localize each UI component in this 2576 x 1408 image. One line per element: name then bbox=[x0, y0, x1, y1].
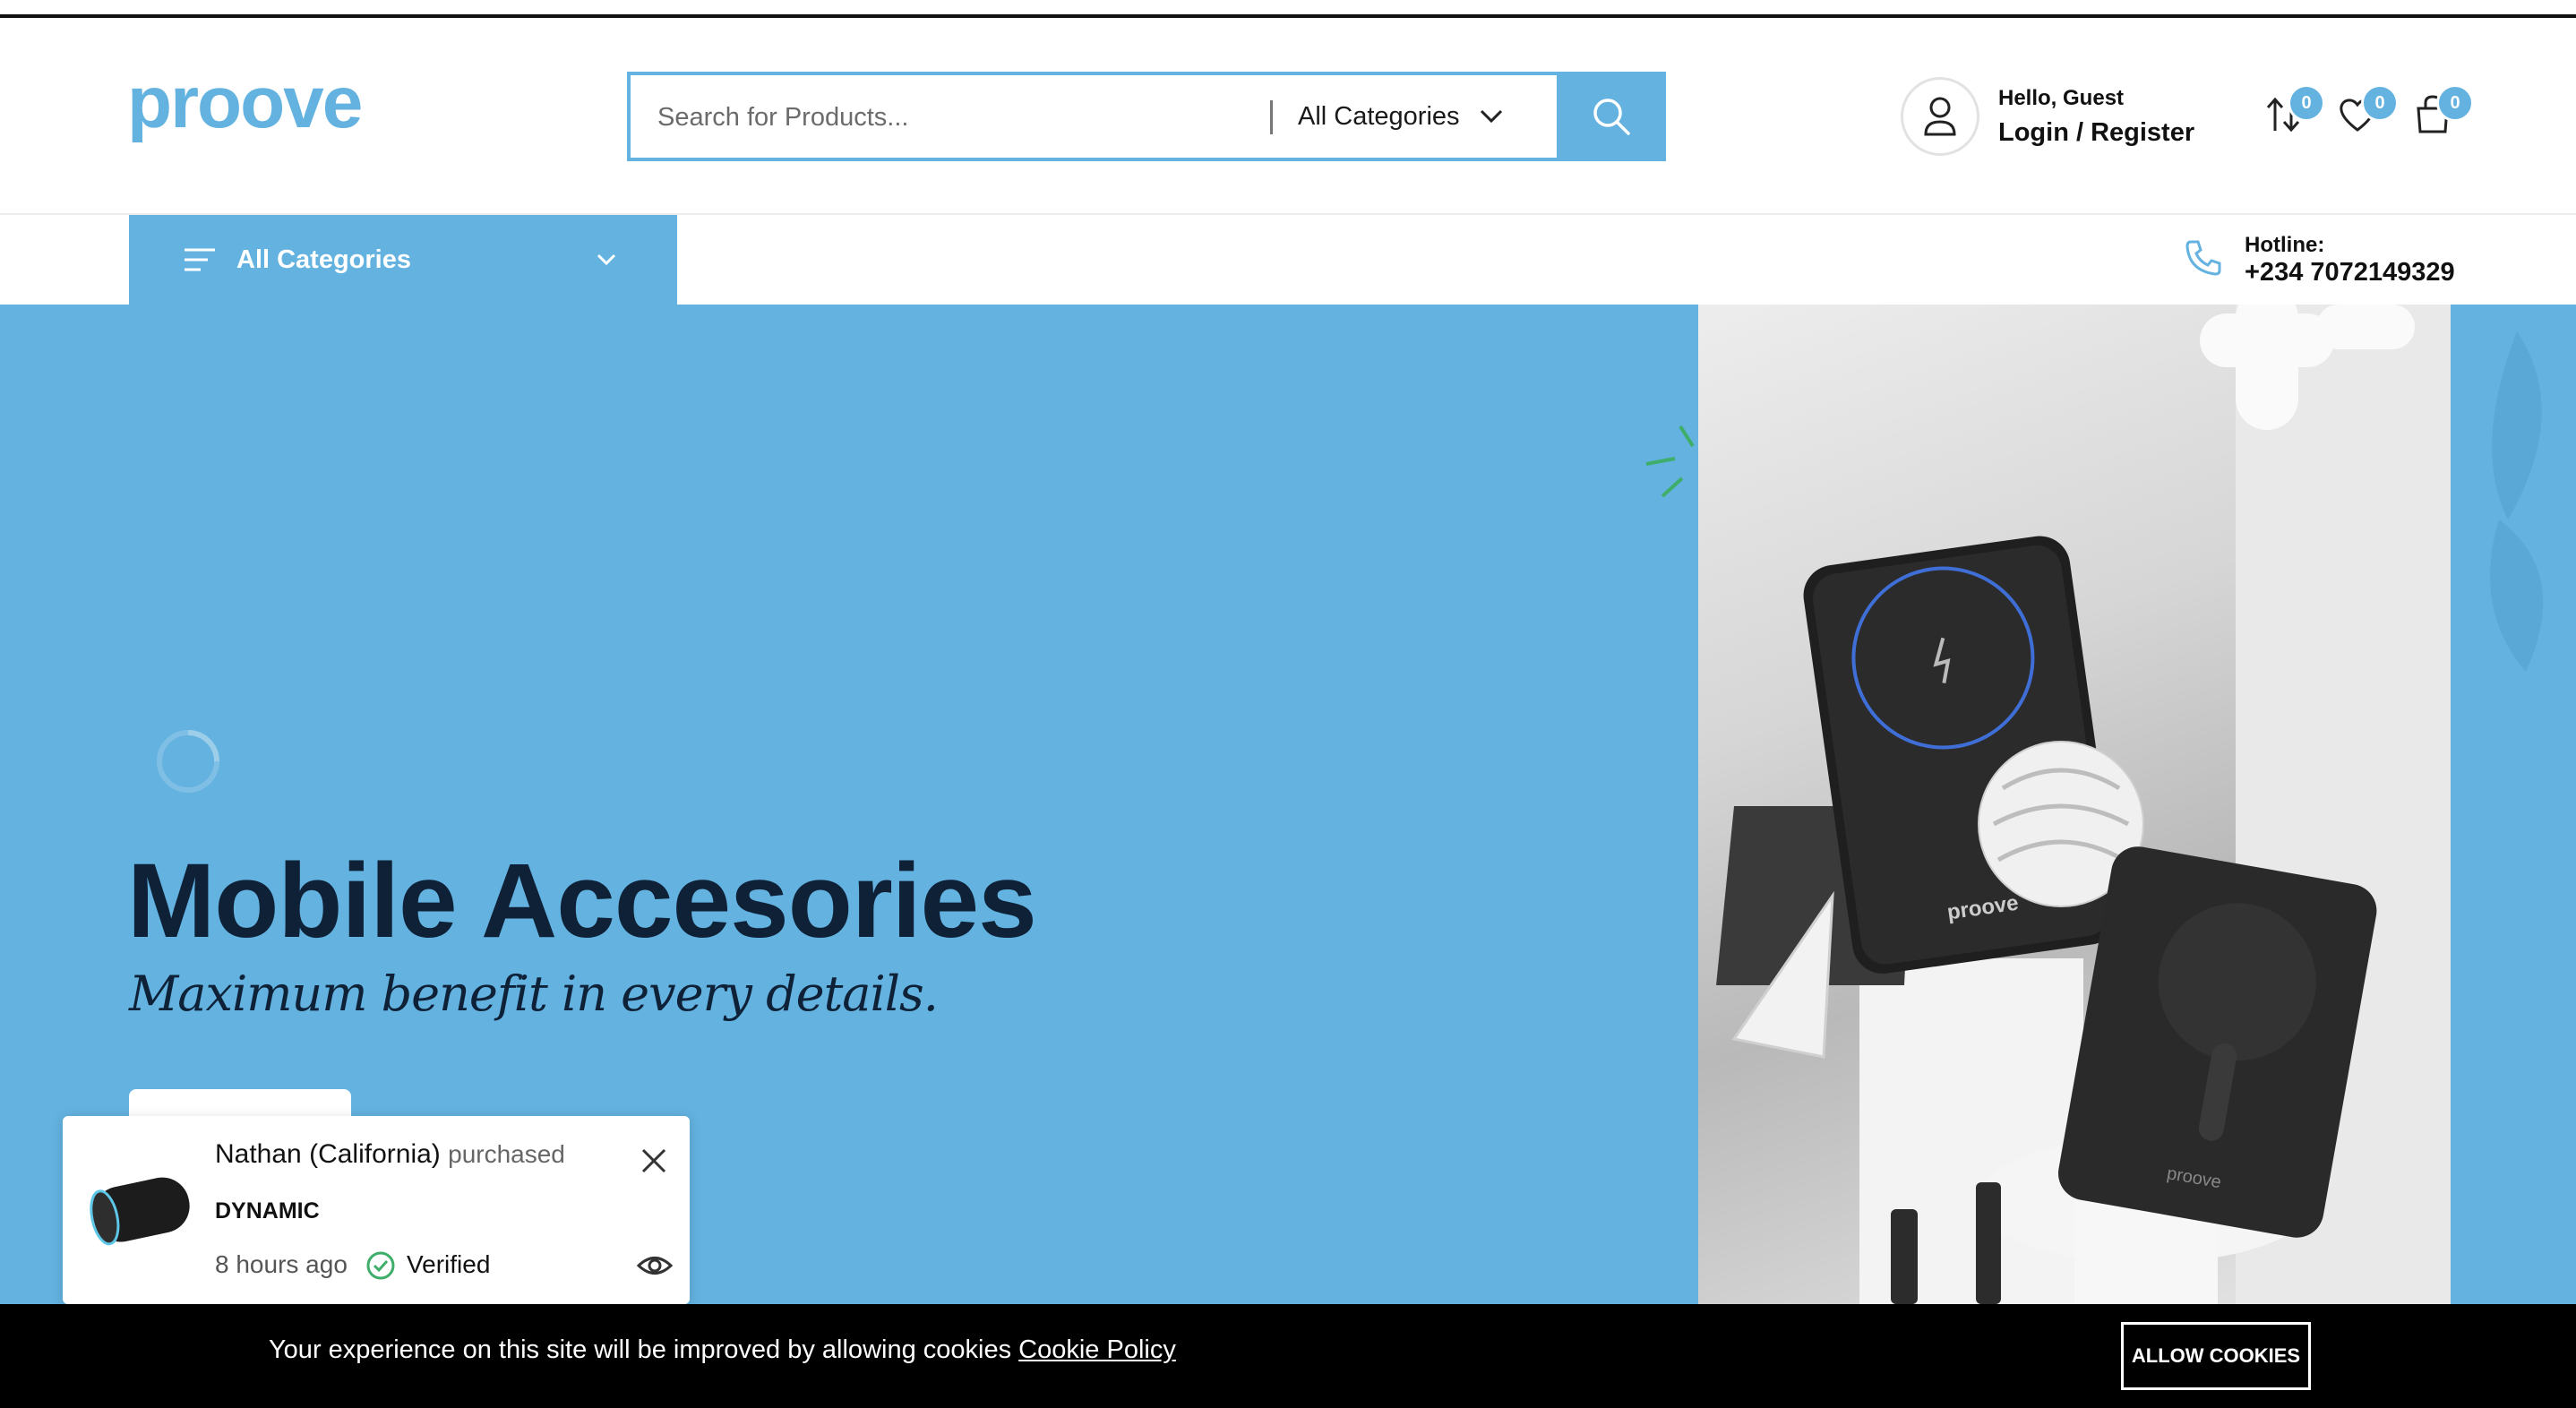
cookie-message: Your experience on this site will be imp… bbox=[269, 1335, 1176, 1365]
sparkle-decoration bbox=[1645, 425, 1695, 498]
hero-product-image: proove proove bbox=[1698, 305, 2451, 1304]
toast-product-name[interactable]: DYNAMIC bbox=[215, 1198, 320, 1224]
cookie-banner: Your experience on this site will be imp… bbox=[0, 1304, 2576, 1408]
chevron-down-icon bbox=[1480, 109, 1502, 124]
toast-buyer: Nathan (California) purchased bbox=[215, 1139, 565, 1170]
account-avatar[interactable] bbox=[1901, 77, 1979, 156]
toast-time: 8 hours ago bbox=[215, 1250, 348, 1278]
allow-cookies-button[interactable]: ALLOW COOKIES bbox=[2121, 1322, 2311, 1390]
login-register-link[interactable]: Login / Register bbox=[1998, 118, 2194, 148]
leaf-decoration bbox=[2490, 331, 2544, 672]
loading-spinner-icon bbox=[157, 730, 219, 793]
search-bar: All Categories bbox=[627, 72, 1666, 161]
cookie-text: Your experience on this site will be imp… bbox=[269, 1335, 1012, 1364]
wishlist-count-badge: 0 bbox=[2361, 84, 2399, 122]
toast-verified: Verified bbox=[407, 1250, 491, 1278]
brand-logo[interactable]: proove bbox=[127, 62, 414, 154]
search-icon bbox=[1593, 99, 1630, 135]
compare-count-badge: 0 bbox=[2288, 84, 2325, 122]
hero-title: Mobile Accesories bbox=[127, 842, 1037, 960]
purchase-notification: Nathan (California) purchased DYNAMIC 8 … bbox=[63, 1116, 690, 1304]
hotline-label: Hotline: bbox=[2245, 233, 2325, 257]
account-greeting: Hello, Guest bbox=[1998, 86, 2125, 110]
category-select[interactable]: All Categories bbox=[1298, 75, 1538, 158]
verified-check-icon bbox=[366, 1251, 395, 1280]
toast-buyer-name: Nathan (California) bbox=[215, 1139, 441, 1169]
close-icon[interactable] bbox=[638, 1145, 670, 1177]
search-divider bbox=[1270, 100, 1273, 134]
hotline-number[interactable]: +234 7072149329 bbox=[2245, 258, 2455, 288]
svg-text:proove: proove bbox=[127, 77, 361, 143]
cart-count-badge: 0 bbox=[2436, 84, 2474, 122]
user-icon bbox=[1924, 97, 1956, 136]
phone-icon bbox=[2185, 240, 2221, 276]
all-categories-label: All Categories bbox=[236, 245, 411, 274]
search-input[interactable] bbox=[656, 75, 1241, 159]
top-border bbox=[0, 14, 2576, 18]
all-categories-menu[interactable]: All Categories bbox=[129, 215, 677, 305]
category-select-label: All Categories bbox=[1298, 101, 1460, 131]
eye-icon[interactable] bbox=[636, 1252, 674, 1279]
hamburger-menu-icon bbox=[185, 248, 215, 271]
search-button[interactable] bbox=[1557, 72, 1666, 161]
hero-subtitle: Maximum benefit in every details. bbox=[129, 966, 939, 1022]
product-thumbnail[interactable] bbox=[84, 1170, 195, 1250]
chevron-down-icon bbox=[597, 253, 616, 266]
toast-action: purchased bbox=[448, 1140, 565, 1168]
cookie-policy-link[interactable]: Cookie Policy bbox=[1018, 1335, 1176, 1364]
